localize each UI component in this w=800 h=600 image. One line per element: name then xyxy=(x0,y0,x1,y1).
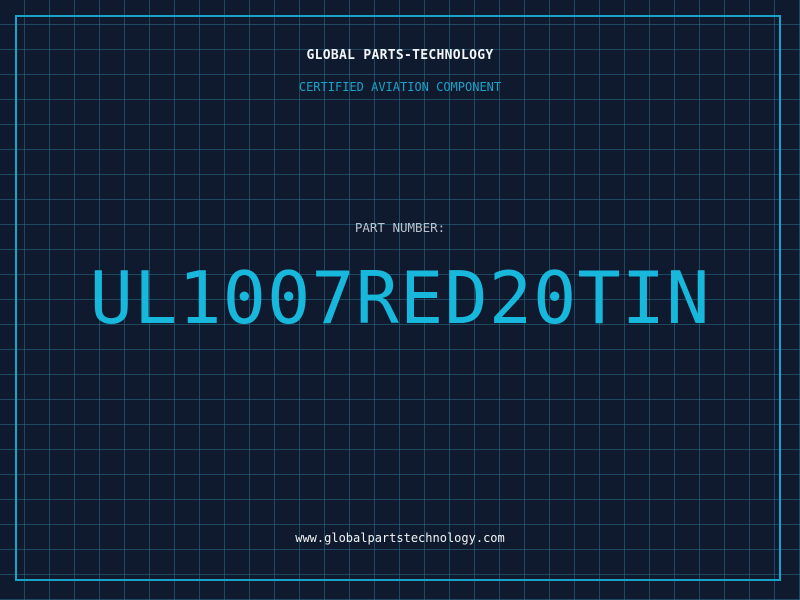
company-name: GLOBAL PARTS-TECHNOLOGY xyxy=(306,48,494,63)
part-number-value: UL1007RED20TIN xyxy=(89,256,711,340)
certification-subtitle: CERTIFIED AVIATION COMPONENT xyxy=(298,80,502,94)
part-number-label: PART NUMBER: xyxy=(354,220,446,235)
label-card: GLOBAL PARTS-TECHNOLOGY CERTIFIED AVIATI… xyxy=(0,0,800,600)
website-url: www.globalpartstechnology.com xyxy=(295,531,505,545)
